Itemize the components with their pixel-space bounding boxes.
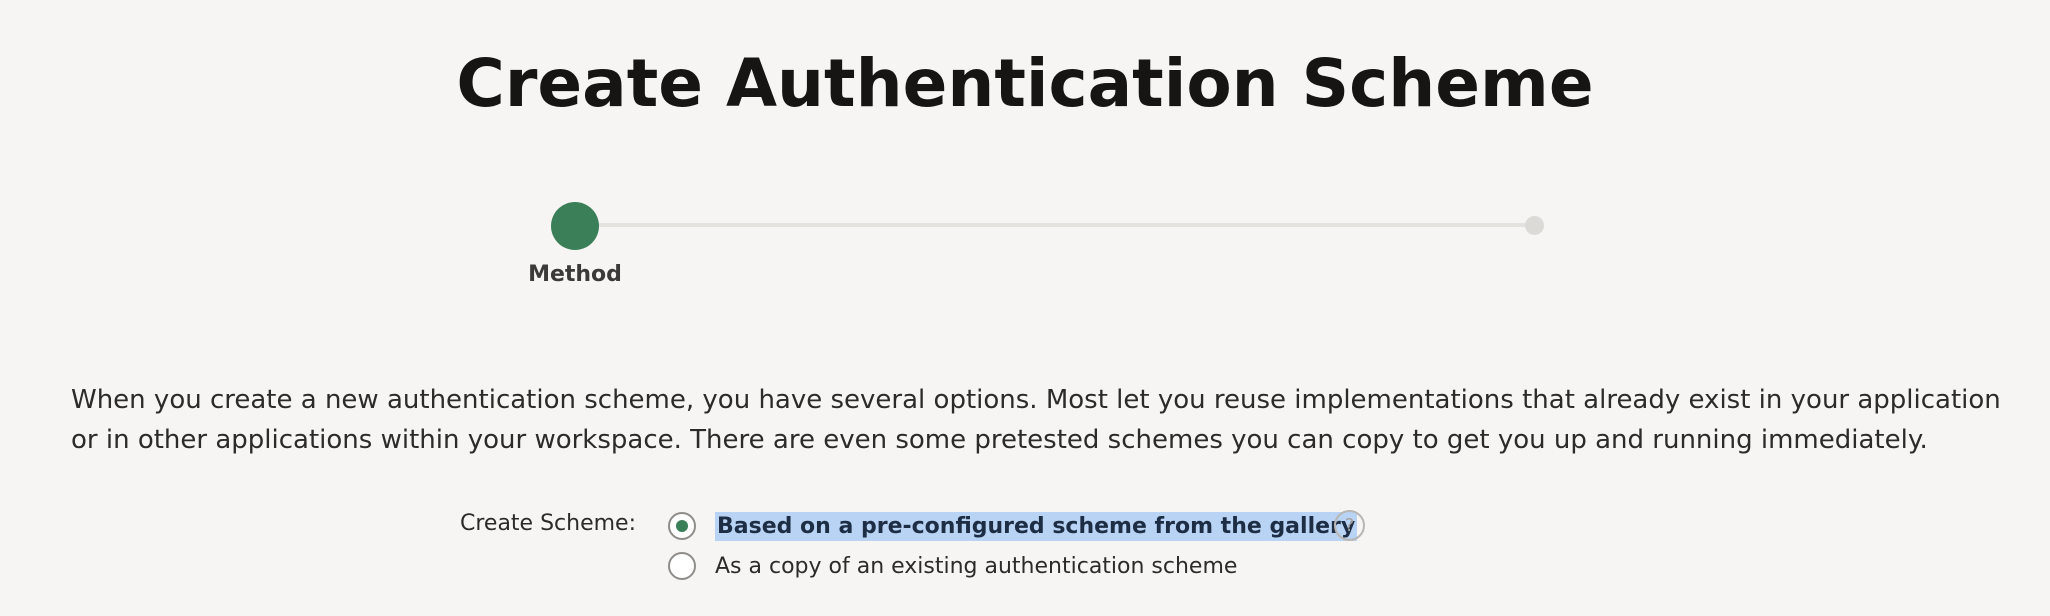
radio-button-gallery[interactable] xyxy=(668,512,696,540)
radio-label-copy[interactable]: As a copy of an existing authentication … xyxy=(715,554,1237,579)
create-scheme-label: Create Scheme: xyxy=(459,511,636,536)
create-auth-scheme-page: Create Authentication Scheme Method When… xyxy=(0,0,2050,616)
radio-button-copy[interactable] xyxy=(668,552,696,580)
wizard-step-method-marker xyxy=(551,202,599,250)
wizard-step-method-label: Method xyxy=(528,262,622,287)
radio-label-gallery[interactable]: Based on a pre-configured scheme from th… xyxy=(715,511,1358,541)
wizard-step-final-marker xyxy=(1525,216,1544,235)
page-title: Create Authentication Scheme xyxy=(456,45,1594,122)
help-icon[interactable]: ? xyxy=(1334,510,1365,541)
page-description: When you create a new authentication sch… xyxy=(71,385,2001,455)
radio-option-copy[interactable]: As a copy of an existing authentication … xyxy=(668,549,1237,583)
wizard-track xyxy=(575,223,1535,227)
radio-option-gallery[interactable]: Based on a pre-configured scheme from th… xyxy=(668,509,1358,543)
